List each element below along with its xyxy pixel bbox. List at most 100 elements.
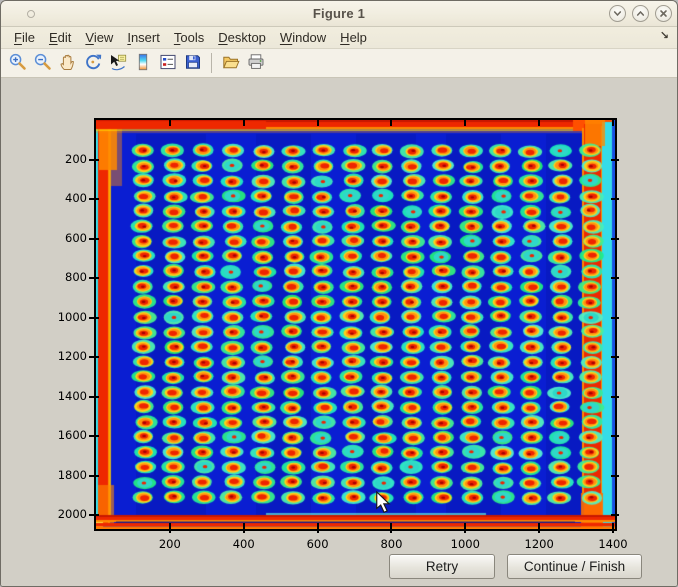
menu-item-insert[interactable]: Insert: [120, 28, 167, 47]
data-cursor-icon: [108, 52, 128, 75]
y-tick-label: 1800: [39, 468, 87, 482]
y-tick-mark: [89, 475, 99, 477]
maximize-button[interactable]: [632, 5, 649, 22]
menu-item-help[interactable]: Help: [333, 28, 374, 47]
zoom-out-button[interactable]: [31, 52, 54, 75]
y-tick-label: 2000: [39, 507, 87, 521]
y-tick-mark: [89, 514, 99, 516]
y-tick-mark-right: [611, 435, 619, 437]
x-tick-mark: [169, 523, 171, 533]
y-tick-mark: [89, 159, 99, 161]
x-tick-mark-top: [243, 120, 245, 126]
menu-item-mnemonic: H: [340, 30, 349, 45]
menu-item-edit[interactable]: Edit: [42, 28, 78, 47]
plot-axes: [94, 118, 617, 531]
print-figure-button[interactable]: [244, 52, 267, 75]
toolbar-separator: [211, 53, 212, 73]
minimize-button[interactable]: [609, 5, 626, 22]
open-file-button[interactable]: [219, 52, 242, 75]
y-tick-mark: [89, 435, 99, 437]
print-figure-icon: [246, 52, 266, 75]
y-tick-mark: [89, 317, 99, 319]
menu-item-window[interactable]: Window: [273, 28, 333, 47]
x-tick-mark: [390, 523, 392, 533]
y-tick-mark: [89, 396, 99, 398]
x-tick-mark-top: [169, 120, 171, 126]
menu-item-text: dit: [58, 30, 72, 45]
chevron-down-icon: [612, 8, 623, 19]
retry-button[interactable]: Retry: [389, 554, 495, 579]
pan-icon: [58, 52, 78, 75]
y-tick-mark-right: [611, 317, 619, 319]
toolbar: [1, 49, 677, 78]
y-tick-mark-right: [611, 475, 619, 477]
menu-item-text: ools: [180, 30, 204, 45]
y-tick-mark-right: [611, 198, 619, 200]
zoom-out-icon: [33, 52, 53, 75]
open-file-icon: [221, 52, 241, 75]
close-button[interactable]: [655, 5, 672, 22]
x-tick-mark-top: [317, 120, 319, 126]
x-tick-label: 400: [214, 537, 274, 551]
menu-item-mnemonic: D: [218, 30, 227, 45]
x-tick-mark: [538, 523, 540, 533]
menu-item-text: nsert: [131, 30, 160, 45]
x-tick-mark: [317, 523, 319, 533]
window-controls: [609, 5, 672, 22]
zoom-in-icon: [8, 52, 28, 75]
x-tick-mark: [243, 523, 245, 533]
x-tick-label: 600: [288, 537, 348, 551]
menu-item-desktop[interactable]: Desktop: [211, 28, 273, 47]
save-figure-button[interactable]: [181, 52, 204, 75]
save-figure-icon: [183, 52, 203, 75]
dock-figure-icon[interactable]: ↘: [660, 29, 669, 42]
y-tick-label: 600: [39, 231, 87, 245]
x-tick-label: 200: [140, 537, 200, 551]
menu-item-text: indow: [292, 30, 326, 45]
figure-window: Figure 1 FileEditViewInsertToolsDesktopW…: [0, 0, 678, 587]
y-tick-label: 1600: [39, 428, 87, 442]
x-tick-mark-top: [612, 120, 614, 126]
menu-item-view[interactable]: View: [78, 28, 120, 47]
y-tick-label: 400: [39, 191, 87, 205]
data-cursor-button[interactable]: [106, 52, 129, 75]
menu-item-text: elp: [350, 30, 367, 45]
x-tick-mark-top: [464, 120, 466, 126]
y-tick-mark: [89, 238, 99, 240]
colorbar-button[interactable]: [131, 52, 154, 75]
menu-item-mnemonic: W: [280, 30, 292, 45]
x-tick-label: 800: [361, 537, 421, 551]
menu-item-mnemonic: V: [85, 30, 93, 45]
colorbar-icon: [133, 52, 153, 75]
y-tick-label: 800: [39, 270, 87, 284]
x-tick-mark: [464, 523, 466, 533]
rotate-3d-button[interactable]: [81, 52, 104, 75]
y-tick-mark: [89, 198, 99, 200]
insert-legend-button[interactable]: [156, 52, 179, 75]
y-tick-label: 1200: [39, 349, 87, 363]
x-tick-mark-top: [538, 120, 540, 126]
pan-button[interactable]: [56, 52, 79, 75]
y-tick-mark: [89, 356, 99, 358]
x-tick-label: 1000: [435, 537, 495, 551]
titlebar: Figure 1: [1, 1, 677, 27]
menu-item-mnemonic: E: [49, 30, 58, 45]
menu-item-tools[interactable]: Tools: [167, 28, 211, 47]
y-tick-mark: [89, 277, 99, 279]
x-tick-mark: [612, 523, 614, 533]
window-title: Figure 1: [1, 6, 677, 21]
menubar: FileEditViewInsertToolsDesktopWindowHelp…: [1, 27, 677, 49]
zoom-in-button[interactable]: [6, 52, 29, 75]
figure-image[interactable]: [96, 120, 615, 529]
y-tick-mark-right: [611, 277, 619, 279]
y-tick-mark-right: [611, 514, 619, 516]
y-tick-mark-right: [611, 356, 619, 358]
y-tick-label: 1400: [39, 389, 87, 403]
chevron-up-icon: [635, 8, 646, 19]
y-tick-label: 200: [39, 152, 87, 166]
close-icon: [658, 8, 669, 19]
insert-legend-icon: [158, 52, 178, 75]
continue-finish-button[interactable]: Continue / Finish: [507, 554, 642, 579]
rotate-3d-icon: [83, 52, 103, 75]
menu-item-file[interactable]: File: [7, 28, 42, 47]
